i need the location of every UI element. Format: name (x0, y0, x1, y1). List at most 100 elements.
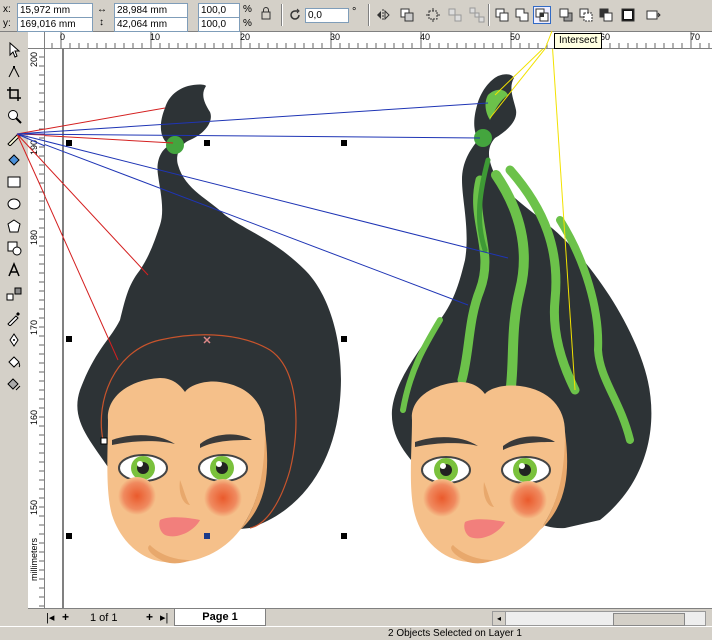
height-icon: ↕ (99, 17, 104, 28)
interactive-blend-tool[interactable] (4, 284, 24, 304)
front-minus-back-icon (599, 8, 613, 22)
simplify-icon (579, 8, 593, 22)
polygon-tool[interactable] (4, 216, 24, 236)
left-blush-right (204, 479, 242, 517)
ruler-tick-10: 10 (150, 32, 161, 42)
status-bar: 2 Objects Selected on Layer 1 (0, 626, 712, 640)
width-field[interactable]: 28,984 mm (114, 3, 188, 18)
ellipse-tool[interactable] (4, 194, 24, 214)
pick-tool[interactable] (4, 40, 24, 60)
ruler-tick-20: 20 (240, 32, 251, 42)
back-minus-front-button[interactable] (619, 6, 637, 24)
height-field[interactable]: 42,064 mm (114, 17, 188, 32)
combine-icon (495, 8, 509, 22)
ungroup-all-icon (469, 7, 485, 23)
vertical-ruler[interactable]: 200 190 180 170 160 150 millimeters (28, 48, 45, 608)
eyedropper-icon (7, 312, 20, 326)
ungroup-all-button[interactable] (468, 6, 486, 24)
x-position-field[interactable]: 15,972 mm (17, 3, 93, 18)
left-character[interactable] (77, 84, 341, 564)
right-blush-right (509, 481, 547, 519)
page-counter: 1 of 1 (90, 612, 118, 624)
blend-icon (6, 287, 22, 301)
eyedropper-tool[interactable] (4, 308, 24, 328)
horizontal-ruler[interactable]: 0 10 20 30 40 50 60 70 (28, 32, 712, 49)
create-boundary-button[interactable] (644, 6, 662, 24)
add-page-after-button[interactable]: + (146, 610, 153, 624)
rotation-angle-field[interactable]: 0,0 (305, 8, 349, 23)
front-minus-back-button[interactable] (597, 6, 615, 24)
left-hair-tie[interactable] (166, 136, 184, 154)
percent-label-h: % (243, 18, 252, 29)
crop-tool[interactable] (4, 84, 24, 104)
ungroup-icon (448, 8, 462, 22)
ruler-tick-0: 0 (60, 32, 66, 42)
simplify-button[interactable] (577, 6, 595, 24)
trim-button[interactable] (557, 6, 575, 24)
intersect-button[interactable] (533, 6, 551, 24)
property-bar: x: 15,972 mm y: 169,016 mm ↔ 28,984 mm ↕… (0, 0, 712, 32)
toolbox (0, 32, 29, 608)
ruler-tick-70: 70 (690, 32, 701, 42)
basic-shapes-tool[interactable] (4, 238, 24, 258)
fill-tool[interactable] (4, 352, 24, 372)
wrap-text-button[interactable] (424, 6, 442, 24)
x-label: x: (3, 4, 11, 15)
back-minus-front-icon (621, 8, 635, 22)
y-position-field[interactable]: 169,016 mm (17, 17, 93, 32)
group-icon (400, 8, 414, 22)
rotate-icon (290, 8, 300, 20)
outline-pen-icon (9, 333, 19, 347)
ruler-tick-50: 50 (510, 32, 521, 42)
ruler-tick-160: 160 (29, 410, 39, 426)
basic-shapes-icon (7, 241, 22, 256)
weld-button[interactable] (513, 6, 531, 24)
rectangle-tool[interactable] (4, 172, 24, 192)
right-character[interactable] (391, 74, 652, 564)
interactive-fill-icon (7, 378, 21, 391)
paint-bucket-icon (8, 356, 21, 368)
scale-width-field[interactable]: 100,0 (198, 3, 240, 18)
mirror-icon (377, 9, 390, 21)
freehand-tool[interactable] (4, 128, 24, 148)
right-blush-left (423, 479, 461, 517)
ruler-tick-180: 180 (29, 230, 39, 246)
scroll-left-button[interactable]: ◂ (493, 612, 506, 625)
first-page-button[interactable]: |◂ (46, 611, 54, 624)
rotate-button[interactable] (286, 6, 304, 24)
lock-ratio-button[interactable] (257, 4, 275, 22)
add-page-button[interactable]: + (62, 610, 69, 624)
ruler-unit-label: millimeters (29, 538, 39, 582)
smart-fill-icon (8, 154, 20, 166)
trim-icon (559, 8, 573, 22)
interactive-fill-tool[interactable] (4, 374, 24, 394)
ruler-origin[interactable] (28, 32, 45, 49)
group-button[interactable] (398, 6, 416, 24)
width-icon: ↔ (97, 4, 107, 15)
ellipse-icon (7, 198, 21, 210)
polygon-icon (7, 219, 21, 233)
ruler-tick-30: 30 (330, 32, 341, 42)
combine-button[interactable] (493, 6, 511, 24)
ungroup-button[interactable] (446, 6, 464, 24)
zoom-tool[interactable] (4, 106, 24, 126)
ruler-tick-190: 190 (29, 140, 39, 156)
shape-tool[interactable] (4, 62, 24, 82)
horizontal-scrollbar[interactable]: ◂ (492, 611, 706, 626)
intersect-icon (535, 8, 549, 22)
boundary-icon (646, 10, 661, 20)
drawing-canvas[interactable] (45, 49, 712, 608)
mirror-button[interactable] (374, 6, 392, 24)
smart-fill-tool[interactable] (4, 150, 24, 170)
page-tab[interactable]: Page 1 (174, 609, 266, 626)
scroll-thumb[interactable] (613, 613, 685, 626)
degree-label: ° (352, 6, 357, 18)
text-tool[interactable] (4, 260, 24, 280)
ruler-tick-170: 170 (29, 320, 39, 336)
outline-tool[interactable] (4, 330, 24, 350)
percent-label-w: % (243, 4, 252, 15)
scale-height-field[interactable]: 100,0 (198, 17, 240, 32)
shape-tool-icon (8, 65, 20, 78)
last-page-button[interactable]: ▸| (160, 611, 168, 624)
y-label: y: (3, 18, 11, 29)
